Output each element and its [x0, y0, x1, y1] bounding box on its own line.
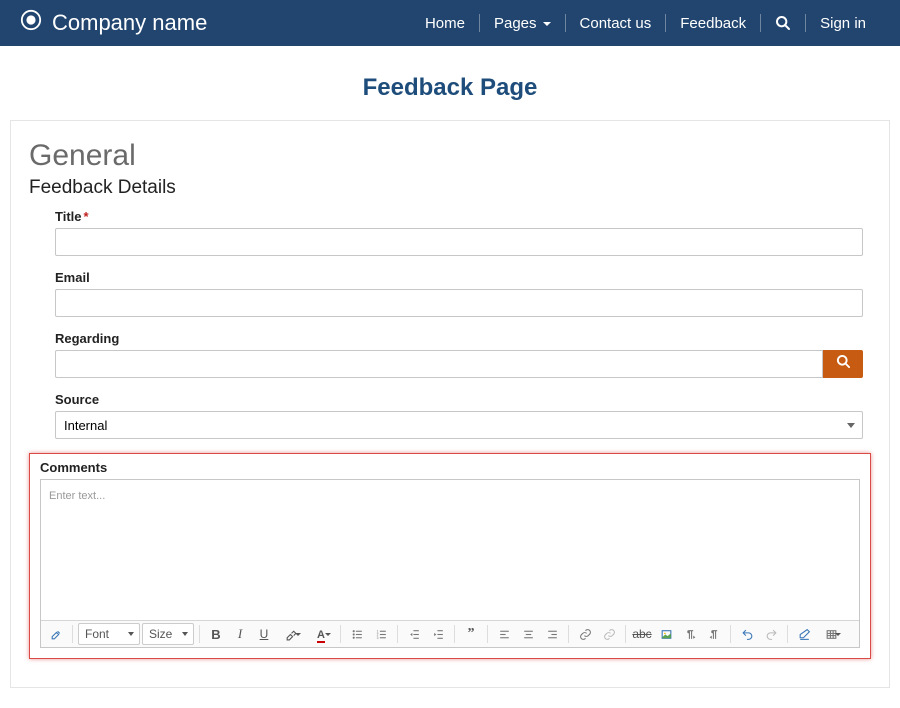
- ltr-icon: [684, 628, 697, 641]
- svg-text:3: 3: [376, 635, 378, 639]
- toolbar-separator: [568, 625, 569, 643]
- section-heading: General: [29, 139, 871, 173]
- email-input[interactable]: [55, 289, 863, 317]
- search-icon: [775, 15, 791, 31]
- brand-logo-icon: [20, 9, 42, 37]
- toolbar-separator: [625, 625, 626, 643]
- numbered-list-icon: 123: [375, 628, 388, 641]
- outdent-button[interactable]: [403, 623, 425, 645]
- field-email: Email: [55, 270, 863, 317]
- image-button[interactable]: [655, 623, 677, 645]
- align-center-icon: [522, 628, 535, 641]
- title-input[interactable]: [55, 228, 863, 256]
- underline-button[interactable]: U: [253, 623, 275, 645]
- required-marker: *: [84, 209, 89, 224]
- align-left-button[interactable]: [493, 623, 515, 645]
- nav-feedback[interactable]: Feedback: [666, 15, 760, 32]
- editor-toolbar: Font Size B I U A: [41, 620, 859, 647]
- regarding-lookup-button[interactable]: [823, 350, 863, 378]
- eraser-icon: [798, 628, 811, 641]
- link-button[interactable]: [574, 623, 596, 645]
- align-left-icon: [498, 628, 511, 641]
- format-painter-button[interactable]: [45, 623, 67, 645]
- outdent-icon: [408, 628, 421, 641]
- search-icon: [836, 354, 851, 374]
- feedback-card: General Feedback Details Title* Email Re…: [10, 120, 890, 688]
- indent-icon: [432, 628, 445, 641]
- unlink-button[interactable]: [598, 623, 620, 645]
- clear-format-button[interactable]: [793, 623, 815, 645]
- bullet-list-button[interactable]: [346, 623, 368, 645]
- nav-search-button[interactable]: [761, 15, 805, 31]
- regarding-label: Regarding: [55, 331, 863, 346]
- strikethrough-icon: abc: [632, 627, 651, 641]
- page-title-wrap: Feedback Page: [0, 46, 900, 120]
- bullet-list-icon: [351, 628, 364, 641]
- nav-sign-in[interactable]: Sign in: [806, 15, 880, 32]
- undo-icon: [741, 628, 754, 641]
- toolbar-separator: [730, 625, 731, 643]
- nav-contact-us[interactable]: Contact us: [566, 15, 666, 32]
- align-right-icon: [546, 628, 559, 641]
- comments-highlight-area: Comments Enter text... Font Size B I U: [29, 453, 871, 659]
- brand[interactable]: Company name: [20, 9, 207, 37]
- quote-icon: ”: [468, 626, 475, 642]
- font-color-button[interactable]: A: [307, 623, 335, 645]
- field-title: Title*: [55, 209, 863, 256]
- strikethrough-button[interactable]: abc: [631, 623, 653, 645]
- field-source: Source Internal: [55, 392, 863, 439]
- source-label: Source: [55, 392, 863, 407]
- toolbar-separator: [454, 625, 455, 643]
- font-color-icon: A: [317, 627, 325, 641]
- page-title: Feedback Page: [363, 74, 538, 101]
- top-navbar: Company name Home Pages Contact us Feedb…: [0, 0, 900, 46]
- undo-button[interactable]: [736, 623, 758, 645]
- nav-home[interactable]: Home: [411, 15, 479, 32]
- highlight-color-button[interactable]: [277, 623, 305, 645]
- comments-label: Comments: [40, 460, 860, 475]
- link-icon: [579, 628, 592, 641]
- email-label: Email: [55, 270, 863, 285]
- numbered-list-button[interactable]: 123: [370, 623, 392, 645]
- rtl-button[interactable]: [703, 623, 725, 645]
- bold-button[interactable]: B: [205, 623, 227, 645]
- nav-pages[interactable]: Pages: [480, 15, 565, 32]
- regarding-input[interactable]: [55, 350, 823, 378]
- toolbar-separator: [787, 625, 788, 643]
- image-icon: [660, 628, 673, 641]
- blockquote-button[interactable]: ”: [460, 623, 482, 645]
- indent-button[interactable]: [427, 623, 449, 645]
- align-center-button[interactable]: [517, 623, 539, 645]
- toolbar-separator: [199, 625, 200, 643]
- chevron-down-icon: [543, 22, 551, 26]
- field-regarding: Regarding: [55, 331, 863, 378]
- navbar-right: Home Pages Contact us Feedback Sign in: [411, 14, 880, 32]
- redo-icon: [765, 628, 778, 641]
- title-label: Title*: [55, 209, 863, 224]
- table-icon: [825, 628, 838, 641]
- toolbar-separator: [397, 625, 398, 643]
- align-right-button[interactable]: [541, 623, 563, 645]
- company-name: Company name: [52, 10, 207, 36]
- toolbar-separator: [72, 625, 73, 643]
- paintbrush-icon: [50, 628, 63, 641]
- source-select[interactable]: Internal: [55, 411, 863, 439]
- ltr-button[interactable]: [679, 623, 701, 645]
- toolbar-separator: [487, 625, 488, 643]
- highlighter-icon: [285, 628, 298, 641]
- rtl-icon: [708, 628, 721, 641]
- toolbar-separator: [340, 625, 341, 643]
- redo-button[interactable]: [760, 623, 782, 645]
- table-button[interactable]: [817, 623, 845, 645]
- unlink-icon: [603, 628, 616, 641]
- font-size-select[interactable]: Size: [142, 623, 194, 645]
- italic-button[interactable]: I: [229, 623, 251, 645]
- comments-placeholder: Enter text...: [49, 490, 105, 502]
- font-family-select[interactable]: Font: [78, 623, 140, 645]
- rich-text-editor: Enter text... Font Size B I U: [40, 479, 860, 648]
- feedback-details-heading: Feedback Details: [29, 177, 871, 199]
- comments-textarea[interactable]: Enter text...: [41, 480, 859, 620]
